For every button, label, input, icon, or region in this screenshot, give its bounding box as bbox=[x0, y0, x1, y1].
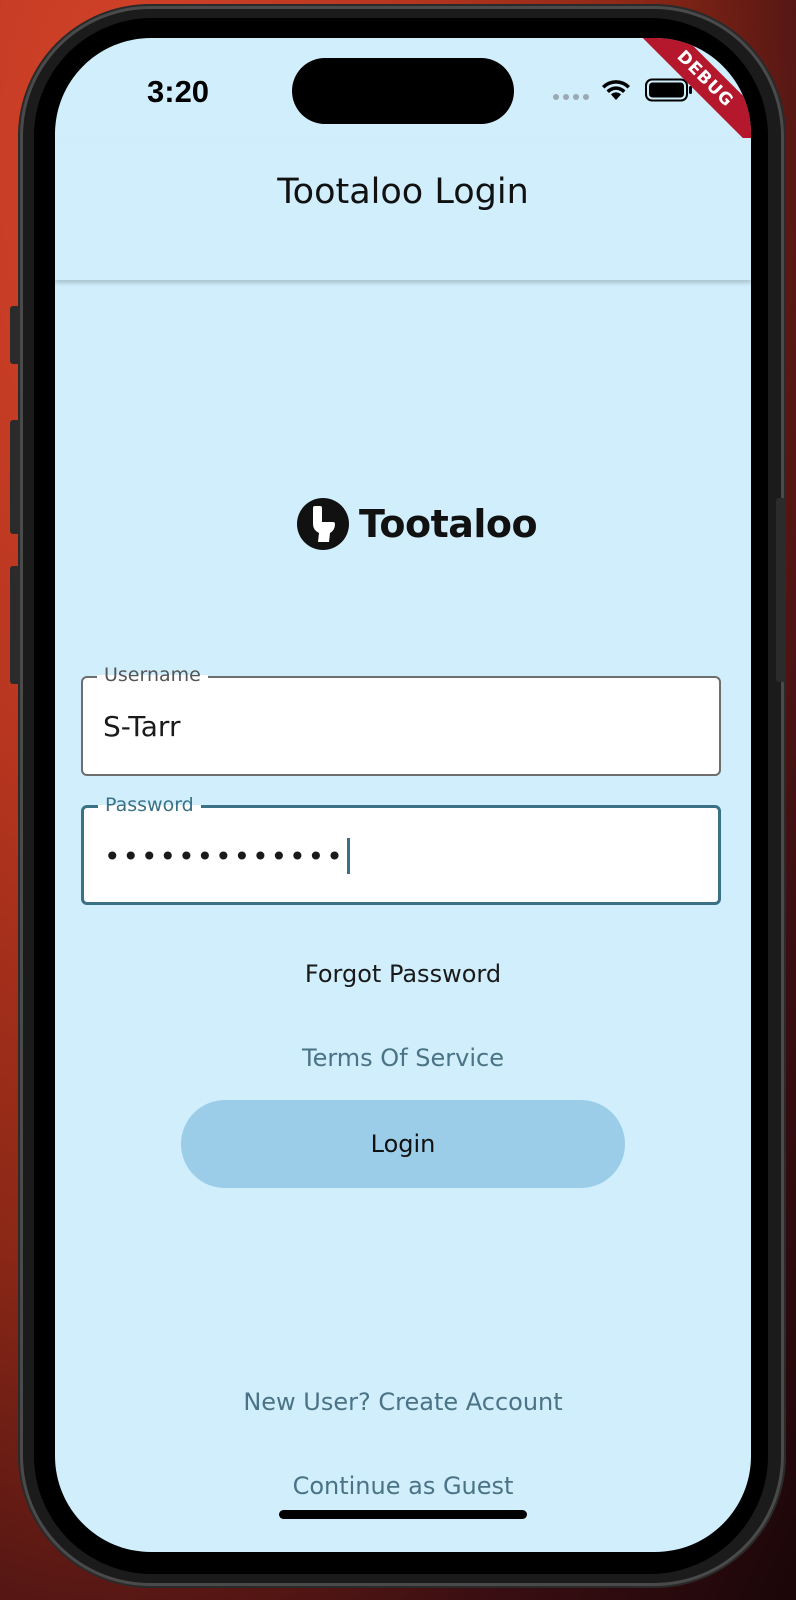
username-field[interactable]: Username S-Tarr bbox=[81, 664, 721, 776]
volume-up-button bbox=[10, 420, 20, 534]
toilet-icon bbox=[297, 498, 349, 550]
volume-down-button bbox=[10, 566, 20, 684]
power-button bbox=[776, 498, 786, 682]
text-cursor bbox=[346, 838, 350, 874]
tootaloo-logo: Tootaloo bbox=[297, 498, 538, 550]
login-content: Tootaloo Username S-Tarr Password ••••••… bbox=[55, 280, 751, 1552]
app-screen: 3:20 DEBUG Tootaloo Login Tootaloo Usern… bbox=[55, 38, 751, 1552]
password-input[interactable]: ••••••••••••• bbox=[104, 838, 350, 874]
continue-as-guest-link[interactable]: Continue as Guest bbox=[55, 1472, 751, 1500]
status-time: 3:20 bbox=[147, 74, 210, 109]
create-account-link[interactable]: New User? Create Account bbox=[55, 1388, 751, 1416]
silent-switch bbox=[10, 306, 20, 364]
logo-text: Tootaloo bbox=[359, 502, 538, 546]
app-bar: Tootaloo Login bbox=[55, 138, 751, 280]
password-masked-value: ••••••••••••• bbox=[104, 839, 345, 873]
status-bar: 3:20 DEBUG bbox=[55, 38, 751, 147]
forgot-password-link[interactable]: Forgot Password bbox=[55, 960, 751, 988]
home-indicator[interactable] bbox=[279, 1510, 527, 1519]
password-field[interactable]: Password ••••••••••••• bbox=[81, 794, 721, 905]
cellular-signal-icon bbox=[553, 94, 589, 100]
username-label: Username bbox=[97, 664, 208, 686]
password-label: Password bbox=[98, 794, 201, 816]
dynamic-island bbox=[292, 58, 514, 124]
terms-of-service-link[interactable]: Terms Of Service bbox=[55, 1044, 751, 1072]
wifi-icon bbox=[602, 80, 630, 100]
page-title: Tootaloo Login bbox=[277, 172, 529, 212]
username-input[interactable]: S-Tarr bbox=[103, 710, 180, 743]
login-button[interactable]: Login bbox=[181, 1100, 625, 1188]
